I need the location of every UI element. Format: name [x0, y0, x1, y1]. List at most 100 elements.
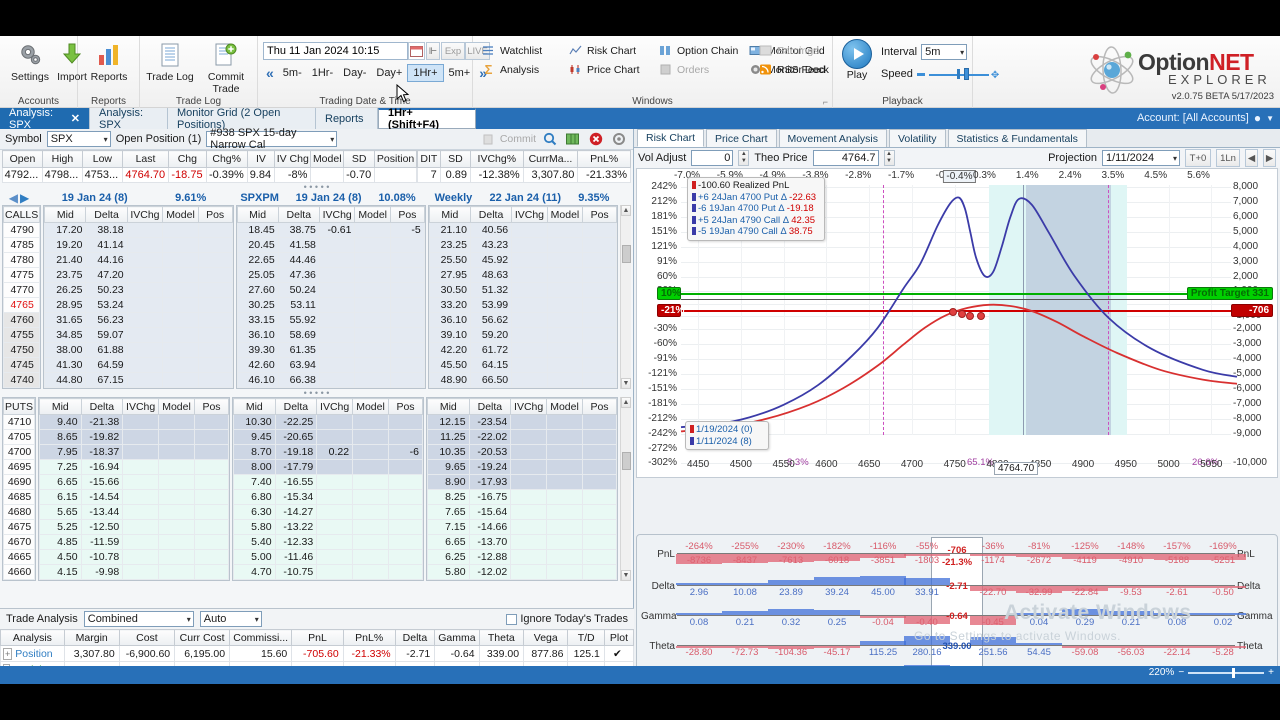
- tab-reports[interactable]: Reports: [316, 108, 378, 129]
- strike-row[interactable]: 4765: [2, 297, 41, 313]
- strike-row[interactable]: 4740: [2, 372, 41, 388]
- price-chart-menu-item[interactable]: Price Chart: [568, 60, 648, 79]
- chain-row[interactable]: 9.45 -20.65: [233, 429, 424, 445]
- chain-row[interactable]: 5.40 -12.33: [233, 534, 424, 550]
- strike-row[interactable]: 4690: [2, 474, 36, 490]
- chain-row[interactable]: 6.80 -15.34: [233, 489, 424, 505]
- trade-analysis-mode-select[interactable]: Combined ▾: [83, 611, 194, 627]
- chain-row[interactable]: 30.25 53.11: [236, 297, 425, 313]
- expiry-3[interactable]: Weekly 22 Jan 24 (11) 9.35%: [426, 191, 618, 205]
- strike-row[interactable]: 4750: [2, 342, 41, 358]
- watchlist-menu-item[interactable]: Watchlist: [481, 41, 557, 60]
- chain-row[interactable]: 36.10 56.62: [428, 312, 617, 328]
- chain-row[interactable]: 26.25 50.23: [44, 282, 233, 298]
- chain-row[interactable]: 4.85 -11.59: [39, 534, 230, 550]
- tab-risk-chart[interactable]: Risk Chart: [637, 129, 705, 147]
- analysis-menu-item[interactable]: Σ Analysis: [481, 60, 557, 79]
- exp-button[interactable]: Exp: [441, 42, 465, 60]
- rss-feed-menu-item[interactable]: RSS Feed: [758, 60, 838, 79]
- chain-row[interactable]: 18.45 38.75 -0.61 -5: [236, 222, 425, 238]
- chain-row[interactable]: 7.65 -15.64: [427, 504, 618, 520]
- strike-row[interactable]: 4705: [2, 429, 36, 445]
- calendar-icon[interactable]: [408, 42, 425, 60]
- strike-row[interactable]: 4685: [2, 489, 36, 505]
- projection-date-select[interactable]: 1/11/2024 ▾: [1102, 150, 1180, 166]
- prev-expiry-icon[interactable]: ◀: [9, 191, 18, 205]
- strike-row[interactable]: 4755: [2, 327, 41, 343]
- scroll-down-icon[interactable]: ▼: [620, 378, 631, 389]
- strike-row[interactable]: 4680: [2, 504, 36, 520]
- strike-row[interactable]: 4745: [2, 357, 41, 373]
- risk-chart-canvas[interactable]: -7.0% -5.9% -4.9% -3.8% -2.8% -1.7% -0 -0.4% 0.3…: [636, 168, 1278, 478]
- commit-trade-button[interactable]: Commit Trade: [198, 40, 254, 95]
- tab-analysis-spx-2[interactable]: Analysis: SPX: [90, 107, 168, 131]
- chain-row[interactable]: 34.85 59.07: [44, 327, 233, 343]
- chain-row[interactable]: 7.15 -14.66: [427, 519, 618, 535]
- tab-statistics-fundamentals[interactable]: Statistics & Fundamentals: [947, 129, 1087, 147]
- strike-row[interactable]: 4790: [2, 222, 41, 238]
- chain-row[interactable]: 8.00 -17.79: [233, 459, 424, 475]
- play-button[interactable]: Play: [839, 39, 875, 81]
- strike-row[interactable]: 4710: [2, 414, 36, 430]
- chain-row[interactable]: 23.75 47.20: [44, 267, 233, 283]
- chain-row[interactable]: 7.40 -16.55: [233, 474, 424, 490]
- theo-price-spinner[interactable]: ▲ ▼: [883, 150, 895, 166]
- tab-volatility[interactable]: Volatility: [889, 129, 946, 147]
- chain-row[interactable]: 19.20 41.14: [44, 237, 233, 253]
- chain-row[interactable]: 42.60 63.94: [236, 357, 425, 373]
- chain-row[interactable]: 45.50 64.15: [428, 357, 617, 373]
- strike-row[interactable]: 4665: [2, 549, 36, 565]
- strike-row[interactable]: 4780: [2, 252, 41, 268]
- chain-row[interactable]: 36.10 58.69: [236, 327, 425, 343]
- nav-1hr-plus[interactable]: 1Hr+: [407, 64, 444, 82]
- chain-row[interactable]: 5.80 -12.02: [427, 564, 618, 580]
- speed-slider[interactable]: ✥: [916, 68, 999, 81]
- strike-row[interactable]: 4670: [2, 534, 36, 550]
- nav-5m-minus[interactable]: 5m-: [278, 65, 307, 81]
- chain-row[interactable]: 5.80 -13.22: [233, 519, 424, 535]
- chain-row[interactable]: 25.05 47.36: [236, 267, 425, 283]
- vol-adjust-spinner[interactable]: ▲ ▼: [738, 150, 750, 166]
- delete-icon[interactable]: [587, 131, 605, 148]
- chain-row[interactable]: 6.25 -12.88: [427, 549, 618, 565]
- chain-row[interactable]: 5.65 -13.44: [39, 504, 230, 520]
- chain-row[interactable]: 30.50 51.32: [428, 282, 617, 298]
- strike-row[interactable]: 4695: [2, 459, 36, 475]
- expiry-1[interactable]: 19 Jan 24 (8) 9.61%: [38, 191, 230, 205]
- ln-scale-button[interactable]: 1Ln: [1216, 149, 1240, 167]
- chain-row[interactable]: 21.40 44.16: [44, 252, 233, 268]
- chain-row[interactable]: 22.65 44.46: [236, 252, 425, 268]
- next-expiry-icon[interactable]: ▶: [20, 191, 29, 205]
- t-plus-zero-button[interactable]: T+0: [1185, 149, 1211, 167]
- chain-row[interactable]: 27.95 48.63: [428, 267, 617, 283]
- symbol-select[interactable]: SPX ▾: [46, 131, 111, 147]
- chain-row[interactable]: 21.10 40.56: [428, 222, 617, 238]
- chain-row[interactable]: 44.80 67.15: [44, 372, 233, 388]
- chain-row[interactable]: 39.30 61.35: [236, 342, 425, 358]
- chain-splitter[interactable]: • • • • •: [0, 389, 633, 398]
- theo-price-input[interactable]: 4764.7: [812, 150, 879, 166]
- expiry-toggle-button[interactable]: ⊩: [426, 42, 440, 60]
- strike-row[interactable]: 4770: [2, 282, 41, 298]
- chain-row[interactable]: 42.20 61.72: [428, 342, 617, 358]
- gear-icon[interactable]: [610, 131, 628, 148]
- chain-row[interactable]: 4.70 -10.75: [233, 564, 424, 580]
- vol-adjust-input[interactable]: 0: [691, 150, 734, 166]
- trade-log-button[interactable]: Trade Log: [142, 40, 198, 83]
- cell-plot[interactable]: ✔: [603, 645, 635, 662]
- chain-row[interactable]: 10.30 -22.25: [233, 414, 424, 430]
- chain-row[interactable]: 7.95 -18.37: [39, 444, 230, 460]
- reports-button[interactable]: Reports: [81, 40, 137, 83]
- greeks-summary-grid[interactable]: PnLPnL-8736-264%-8437-255%-7613-230%-601…: [636, 534, 1278, 684]
- ignore-today-trades-checkbox[interactable]: Ignore Today's Trades: [506, 613, 628, 625]
- chain-row[interactable]: 33.20 53.99: [428, 297, 617, 313]
- nav-1hr-minus[interactable]: 1Hr-: [307, 65, 338, 81]
- tab-price-chart[interactable]: Price Chart: [706, 129, 777, 147]
- chain-row[interactable]: 8.70 -19.18 0.22 -6: [233, 444, 424, 460]
- zoom-control[interactable]: 220% − +: [1149, 667, 1274, 678]
- chain-row[interactable]: 20.45 41.58: [236, 237, 425, 253]
- chain-row[interactable]: 4.15 -9.98: [39, 564, 230, 580]
- nav-day-plus[interactable]: Day+: [371, 65, 407, 81]
- strike-row[interactable]: 4675: [2, 519, 36, 535]
- chain-row[interactable]: 5.00 -11.46: [233, 549, 424, 565]
